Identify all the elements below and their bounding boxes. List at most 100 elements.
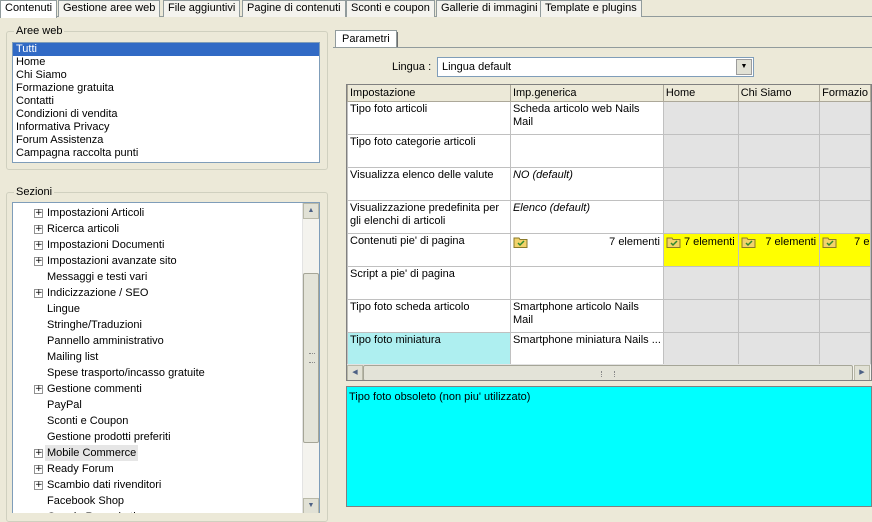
expand-icon[interactable]: + xyxy=(34,241,43,250)
tree-item[interactable]: Google Remarketing xyxy=(13,509,303,513)
tree-item-label[interactable]: Stringhe/Traduzioni xyxy=(45,317,144,333)
table-row-selected[interactable]: Tipo foto miniatura Smartphone miniatura… xyxy=(347,331,871,366)
setting-name[interactable]: Script a pie' di pagina xyxy=(347,265,511,300)
parametri-grid[interactable]: Impostazione Imp.generica Home Chi Siamo… xyxy=(346,84,872,381)
tree-item-label[interactable]: Spese trasporto/incasso gratuite xyxy=(45,365,207,381)
tree-item[interactable]: + Gestione commenti xyxy=(13,381,303,397)
tree-item-label[interactable]: Mailing list xyxy=(45,349,100,365)
column-header[interactable]: Impostazione xyxy=(347,85,511,102)
tree-item-label[interactable]: Pannello amministrativo xyxy=(45,333,166,349)
generic-value-cell[interactable]: 7 elementi xyxy=(509,232,664,267)
tab-gallerie-di-immagini[interactable]: Gallerie di immagini xyxy=(436,0,543,17)
tree-item-label[interactable]: Gestione prodotti preferiti xyxy=(45,429,173,445)
column-header[interactable]: Home xyxy=(662,85,739,102)
expand-icon[interactable]: + xyxy=(34,449,43,458)
tab-file-aggiuntivi[interactable]: File aggiuntivi xyxy=(163,0,241,17)
expand-icon[interactable]: + xyxy=(34,385,43,394)
tree-item-label[interactable]: Ready Forum xyxy=(45,461,116,477)
table-row[interactable]: Tipo foto categorie articoli xyxy=(347,133,871,168)
home-value-cell[interactable]: 7 elementi xyxy=(662,232,739,267)
tree-item[interactable]: Mailing list xyxy=(13,349,303,365)
column-header[interactable]: Chi Siamo xyxy=(737,85,821,102)
tree-item-label[interactable]: Impostazioni Documenti xyxy=(45,237,166,253)
tab-sconti-e-coupon[interactable]: Sconti e coupon xyxy=(346,0,435,17)
column-header[interactable]: Imp.generica xyxy=(509,85,664,102)
tree-item[interactable]: Gestione prodotti preferiti xyxy=(13,429,303,445)
list-item-tutti[interactable]: Tutti xyxy=(13,43,319,56)
list-item[interactable]: Condizioni di vendita xyxy=(13,108,319,121)
tree-item-label[interactable]: Mobile Commerce xyxy=(45,445,139,461)
tree-item[interactable]: + Impostazioni avanzate sito xyxy=(13,253,303,269)
tree-item-label[interactable]: Messaggi e testi vari xyxy=(45,269,149,285)
table-row[interactable]: Script a pie' di pagina xyxy=(347,265,871,300)
scroll-up-icon[interactable]: ▲ xyxy=(303,203,319,219)
setting-name[interactable]: Contenuti pie' di pagina xyxy=(347,232,511,267)
table-row[interactable]: Visualizza elenco delle valute NO (defau… xyxy=(347,166,871,201)
list-item[interactable]: Formazione gratuita xyxy=(13,82,319,95)
scroll-down-icon[interactable]: ▼ xyxy=(303,498,319,513)
generic-value[interactable]: Smartphone articolo Nails Mail xyxy=(509,298,664,333)
tab-parametri[interactable]: Parametri xyxy=(335,30,398,48)
list-item[interactable]: Forum Assistenza xyxy=(13,134,319,147)
list-item[interactable]: Campagna raccolta punti xyxy=(13,147,319,160)
tree-item-label[interactable]: Lingue xyxy=(45,301,82,317)
tab-pagine-di-contenuti[interactable]: Pagine di contenuti xyxy=(242,0,346,17)
lingua-select[interactable]: Lingua default ▼ xyxy=(437,57,754,77)
table-row[interactable]: Visualizzazione predefinita per gli elen… xyxy=(347,199,871,234)
setting-name[interactable]: Tipo foto categorie articoli xyxy=(347,133,511,168)
table-row[interactable]: Tipo foto articoli Scheda articolo web N… xyxy=(347,100,871,135)
chi-siamo-value-cell[interactable]: 7 elementi xyxy=(737,232,821,267)
tree-item-label[interactable]: Sconti e Coupon xyxy=(45,413,130,429)
tree-item[interactable]: + Ready Forum xyxy=(13,461,303,477)
setting-name[interactable]: Visualizza elenco delle valute xyxy=(347,166,511,201)
tree-item[interactable]: Pannello amministrativo xyxy=(13,333,303,349)
expand-icon[interactable]: + xyxy=(34,289,43,298)
tree-item[interactable]: + Indicizzazione / SEO xyxy=(13,285,303,301)
tree-item-label[interactable]: Impostazioni Articoli xyxy=(45,205,146,221)
setting-name[interactable]: Tipo foto scheda articolo xyxy=(347,298,511,333)
expand-icon[interactable]: + xyxy=(34,465,43,474)
list-item[interactable]: Chi Siamo xyxy=(13,69,319,82)
tree-item[interactable]: Facebook Shop xyxy=(13,493,303,509)
grid-horizontal-scrollbar[interactable]: ◀ ▶ xyxy=(347,364,871,380)
setting-name[interactable]: Tipo foto miniatura xyxy=(347,331,511,366)
tree-item-label[interactable]: Indicizzazione / SEO xyxy=(45,285,151,301)
tree-item[interactable]: + Ricerca articoli xyxy=(13,221,303,237)
generic-value[interactable]: Scheda articolo web Nails Mail xyxy=(509,100,664,135)
tree-item[interactable]: Stringhe/Traduzioni xyxy=(13,317,303,333)
tab-contenuti[interactable]: Contenuti xyxy=(0,0,58,18)
tree-item-label[interactable]: Gestione commenti xyxy=(45,381,144,397)
tree-item[interactable]: + Impostazioni Documenti xyxy=(13,237,303,253)
tree-item-label[interactable]: PayPal xyxy=(45,397,84,413)
tree-item[interactable]: Spese trasporto/incasso gratuite xyxy=(13,365,303,381)
scroll-left-icon[interactable]: ◀ xyxy=(347,365,363,380)
tree-item-label[interactable]: Scambio dati rivenditori xyxy=(45,477,163,493)
tree-item-label[interactable]: Google Remarketing xyxy=(45,509,150,513)
aree-web-list[interactable]: Tutti Home Chi Siamo Formazione gratuita… xyxy=(12,42,320,163)
generic-value[interactable] xyxy=(509,133,664,168)
expand-icon[interactable]: + xyxy=(34,225,43,234)
tree-item[interactable]: + Mobile Commerce xyxy=(13,445,303,461)
list-item[interactable]: Informativa Privacy xyxy=(13,121,319,134)
setting-name[interactable]: Visualizzazione predefinita per gli elen… xyxy=(347,199,511,234)
tree-item[interactable]: Sconti e Coupon xyxy=(13,413,303,429)
tab-template-e-plugins[interactable]: Template e plugins xyxy=(540,0,642,17)
generic-value[interactable]: NO (default) xyxy=(509,166,664,201)
tree-item[interactable]: + Impostazioni Articoli xyxy=(13,205,303,221)
formazione-value-cell[interactable]: 7 e xyxy=(819,232,871,267)
generic-value[interactable] xyxy=(509,265,664,300)
generic-value[interactable]: Elenco (default) xyxy=(509,199,664,234)
setting-name[interactable]: Tipo foto articoli xyxy=(347,100,511,135)
list-item[interactable]: Contatti xyxy=(13,95,319,108)
scroll-thumb[interactable] xyxy=(303,273,319,443)
sezioni-tree[interactable]: + Impostazioni Articoli + Ricerca articoli +… xyxy=(12,202,320,513)
generic-value[interactable]: Smartphone miniatura Nails ... xyxy=(509,331,664,366)
tree-item[interactable]: Lingue xyxy=(13,301,303,317)
tree-item-label[interactable]: Ricerca articoli xyxy=(45,221,121,237)
expand-icon[interactable]: + xyxy=(34,481,43,490)
list-item[interactable]: Home xyxy=(13,56,319,69)
tab-gestione-aree-web[interactable]: Gestione aree web xyxy=(58,0,161,17)
dropdown-arrow-icon[interactable]: ▼ xyxy=(736,59,752,75)
tree-item-label[interactable]: Facebook Shop xyxy=(45,493,126,509)
expand-icon[interactable]: + xyxy=(34,209,43,218)
